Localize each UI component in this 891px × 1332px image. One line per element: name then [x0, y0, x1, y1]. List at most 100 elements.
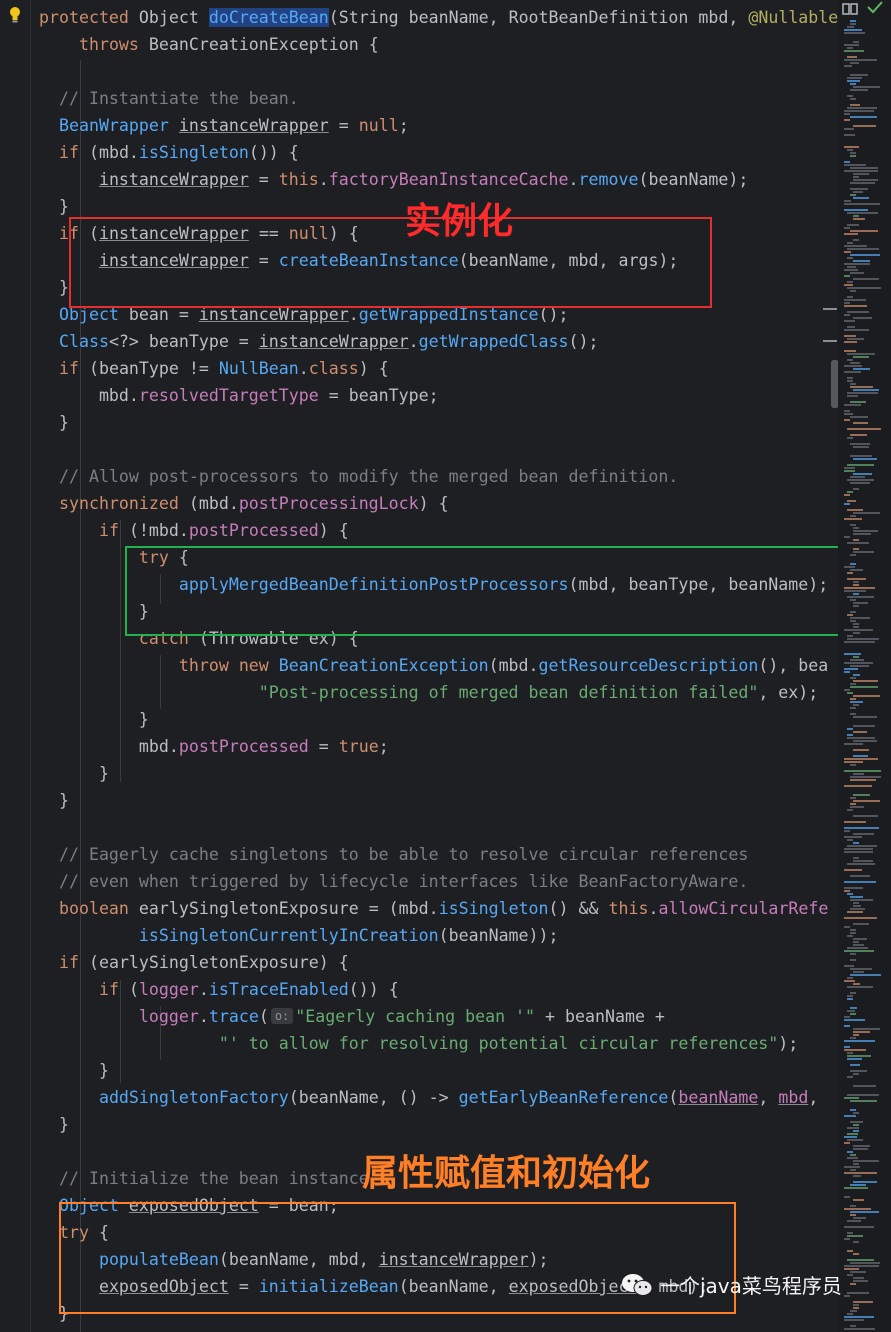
- code-line[interactable]: instanceWrapper = this.factoryBeanInstan…: [39, 166, 748, 193]
- code-line[interactable]: boolean earlySingletonExposure = (mbd.is…: [39, 895, 828, 922]
- code-line[interactable]: if (!mbd.postProcessed) {: [39, 517, 349, 544]
- minimap-line: [844, 689, 850, 691]
- code-token: (: [328, 8, 339, 27]
- code-token: isSingletonCurrentlyInCreation: [138, 926, 439, 945]
- code-line[interactable]: synchronized (mbd.postProcessingLock) {: [39, 490, 449, 517]
- minimap-line: [850, 230, 878, 232]
- minimap-line: [844, 1316, 874, 1318]
- code-line[interactable]: // even when triggered by lifecycle inte…: [39, 868, 748, 895]
- vertical-scrollbar-thumb[interactable]: [831, 360, 838, 408]
- minimap-line: [844, 1208, 871, 1210]
- minimap-line: [844, 470, 855, 472]
- code-line[interactable]: }: [39, 787, 69, 814]
- minimap-line: [850, 155, 856, 157]
- minimap-line: [847, 149, 853, 151]
- minimap-line: [850, 1109, 856, 1111]
- minimap-line: [844, 980, 855, 982]
- minimap-line: [847, 1058, 862, 1060]
- lightbulb-icon[interactable]: [8, 6, 22, 24]
- code-line[interactable]: }: [39, 409, 69, 436]
- minimap-line: [853, 389, 879, 391]
- code-line[interactable]: protected Object doCreateBean(String bea…: [39, 4, 838, 31]
- minimap-line: [853, 602, 868, 604]
- minimap-line: [853, 842, 859, 844]
- minimap-line: [850, 434, 867, 436]
- minimap-line: [844, 566, 855, 568]
- code-minimap[interactable]: [838, 0, 891, 1332]
- code-line[interactable]: BeanWrapper instanceWrapper = null;: [39, 112, 409, 139]
- minimap-line: [850, 683, 856, 685]
- minimap-line: [847, 845, 877, 847]
- code-line[interactable]: }: [39, 1057, 109, 1084]
- code-token: null: [358, 116, 399, 135]
- minimap-line: [850, 797, 856, 799]
- code-token: ();: [568, 332, 599, 351]
- code-line[interactable]: isSingletonCurrentlyInCreation(beanName)…: [39, 922, 559, 949]
- minimap-line: [844, 587, 875, 589]
- code-line[interactable]: }: [39, 274, 69, 301]
- minimap-line: [844, 275, 850, 277]
- code-line[interactable]: }: [39, 706, 149, 733]
- code-line[interactable]: mbd.postProcessed = true;: [39, 733, 389, 760]
- minimap-line: [844, 113, 850, 115]
- minimap-line: [853, 179, 878, 181]
- minimap-line: [853, 815, 878, 817]
- code-line[interactable]: }: [39, 1111, 69, 1138]
- minimap-line: [844, 371, 861, 373]
- minimap-line: [853, 548, 859, 550]
- code-line[interactable]: "' to allow for resolving potential circ…: [39, 1030, 798, 1057]
- minimap-line: [850, 74, 868, 76]
- code-line[interactable]: }: [39, 193, 69, 220]
- code-line[interactable]: if (beanType != NullBean.class) {: [39, 355, 389, 382]
- minimap-line: [847, 1151, 853, 1153]
- code-line[interactable]: }: [39, 760, 109, 787]
- code-line[interactable]: "Post-processing of merged bean definiti…: [39, 679, 818, 706]
- minimap-line: [844, 926, 850, 928]
- code-token: mbd.: [39, 386, 139, 405]
- code-editor[interactable]: protected Object doCreateBean(String bea…: [0, 0, 838, 1332]
- reader-mode-icon[interactable]: [842, 2, 858, 16]
- code-line[interactable]: // Initialize the bean instance.: [39, 1165, 379, 1192]
- code-token: // even when triggered by lifecycle inte…: [39, 872, 749, 891]
- code-line[interactable]: throw new BeanCreationException(mbd.getR…: [39, 652, 828, 679]
- code-line[interactable]: Class<?> beanType = instanceWrapper.getW…: [39, 328, 599, 355]
- minimap-line: [847, 1292, 869, 1294]
- code-line[interactable]: // Instantiate the bean.: [39, 85, 299, 112]
- post-processor-highlight-box: [125, 546, 838, 636]
- minimap-line: [850, 806, 864, 808]
- minimap-line: [850, 779, 876, 781]
- minimap-line: [847, 995, 853, 997]
- minimap-line: [850, 611, 856, 613]
- minimap-line: [853, 1160, 879, 1162]
- minimap-line: [853, 1163, 859, 1165]
- code-line[interactable]: addSingletonFactory(beanName, () -> getE…: [39, 1084, 818, 1111]
- minimap-line: [850, 272, 864, 274]
- minimap-line: [853, 533, 871, 535]
- code-token: "' to allow for resolving potential circ…: [218, 1034, 779, 1053]
- minimap-line: [850, 443, 870, 445]
- minimap-line: [847, 728, 853, 730]
- minimap-line: [844, 662, 873, 664]
- code-token: =: [248, 170, 279, 189]
- minimap-line: [844, 1265, 879, 1267]
- code-line[interactable]: logger.trace(o: "Eagerly caching bean '" …: [39, 1003, 665, 1030]
- minimap-line: [853, 1253, 859, 1255]
- code-token: allowCircularRefe: [658, 899, 829, 918]
- code-line[interactable]: throws BeanCreationException {: [39, 31, 379, 58]
- minimap-line: [844, 314, 850, 316]
- code-line[interactable]: if (logger.isTraceEnabled()) {: [39, 976, 399, 1003]
- code-token: .: [408, 332, 419, 351]
- code-line[interactable]: // Allow post-processors to modify the m…: [39, 463, 678, 490]
- minimap-line: [847, 1094, 879, 1096]
- code-token: addSingletonFactory: [98, 1088, 289, 1107]
- minimap-line: [847, 1232, 853, 1234]
- code-line[interactable]: if (earlySingletonExposure) {: [39, 949, 349, 976]
- minimap-line: [850, 416, 868, 418]
- code-token: instanceWrapper: [98, 170, 249, 189]
- code-line[interactable]: if (mbd.isSingleton()) {: [39, 139, 299, 166]
- code-line[interactable]: mbd.resolvedTargetType = beanType;: [39, 382, 439, 409]
- code-line[interactable]: // Eagerly cache singletons to be able t…: [39, 841, 748, 868]
- minimap-line: [844, 629, 873, 631]
- minimap-line: [850, 383, 856, 385]
